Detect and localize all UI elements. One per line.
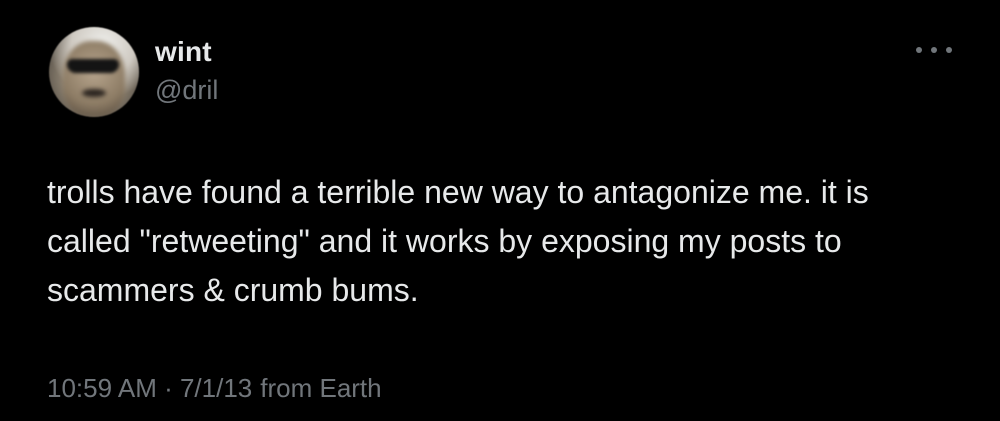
tweet-timestamp[interactable]: 10:59 AM · 7/1/13 <box>47 373 252 403</box>
avatar[interactable] <box>49 27 139 117</box>
author-handle[interactable]: @dril <box>155 75 218 106</box>
avatar-glasses <box>67 59 119 73</box>
avatar-face <box>63 41 125 117</box>
more-options-icon[interactable] <box>916 38 952 62</box>
more-dot-icon <box>916 47 922 53</box>
tweet-metadata: 10:59 AM · 7/1/13 from Earth <box>47 373 382 404</box>
avatar-mouth <box>82 89 106 97</box>
tweet-card: wint @dril trolls have found a terrible … <box>0 0 1000 421</box>
tweet-text: trolls have found a terrible new way to … <box>47 174 869 308</box>
author-name[interactable]: wint <box>155 36 212 68</box>
tweet-source: from Earth <box>260 373 382 403</box>
more-dot-icon <box>946 47 952 53</box>
more-dot-icon <box>931 47 937 53</box>
